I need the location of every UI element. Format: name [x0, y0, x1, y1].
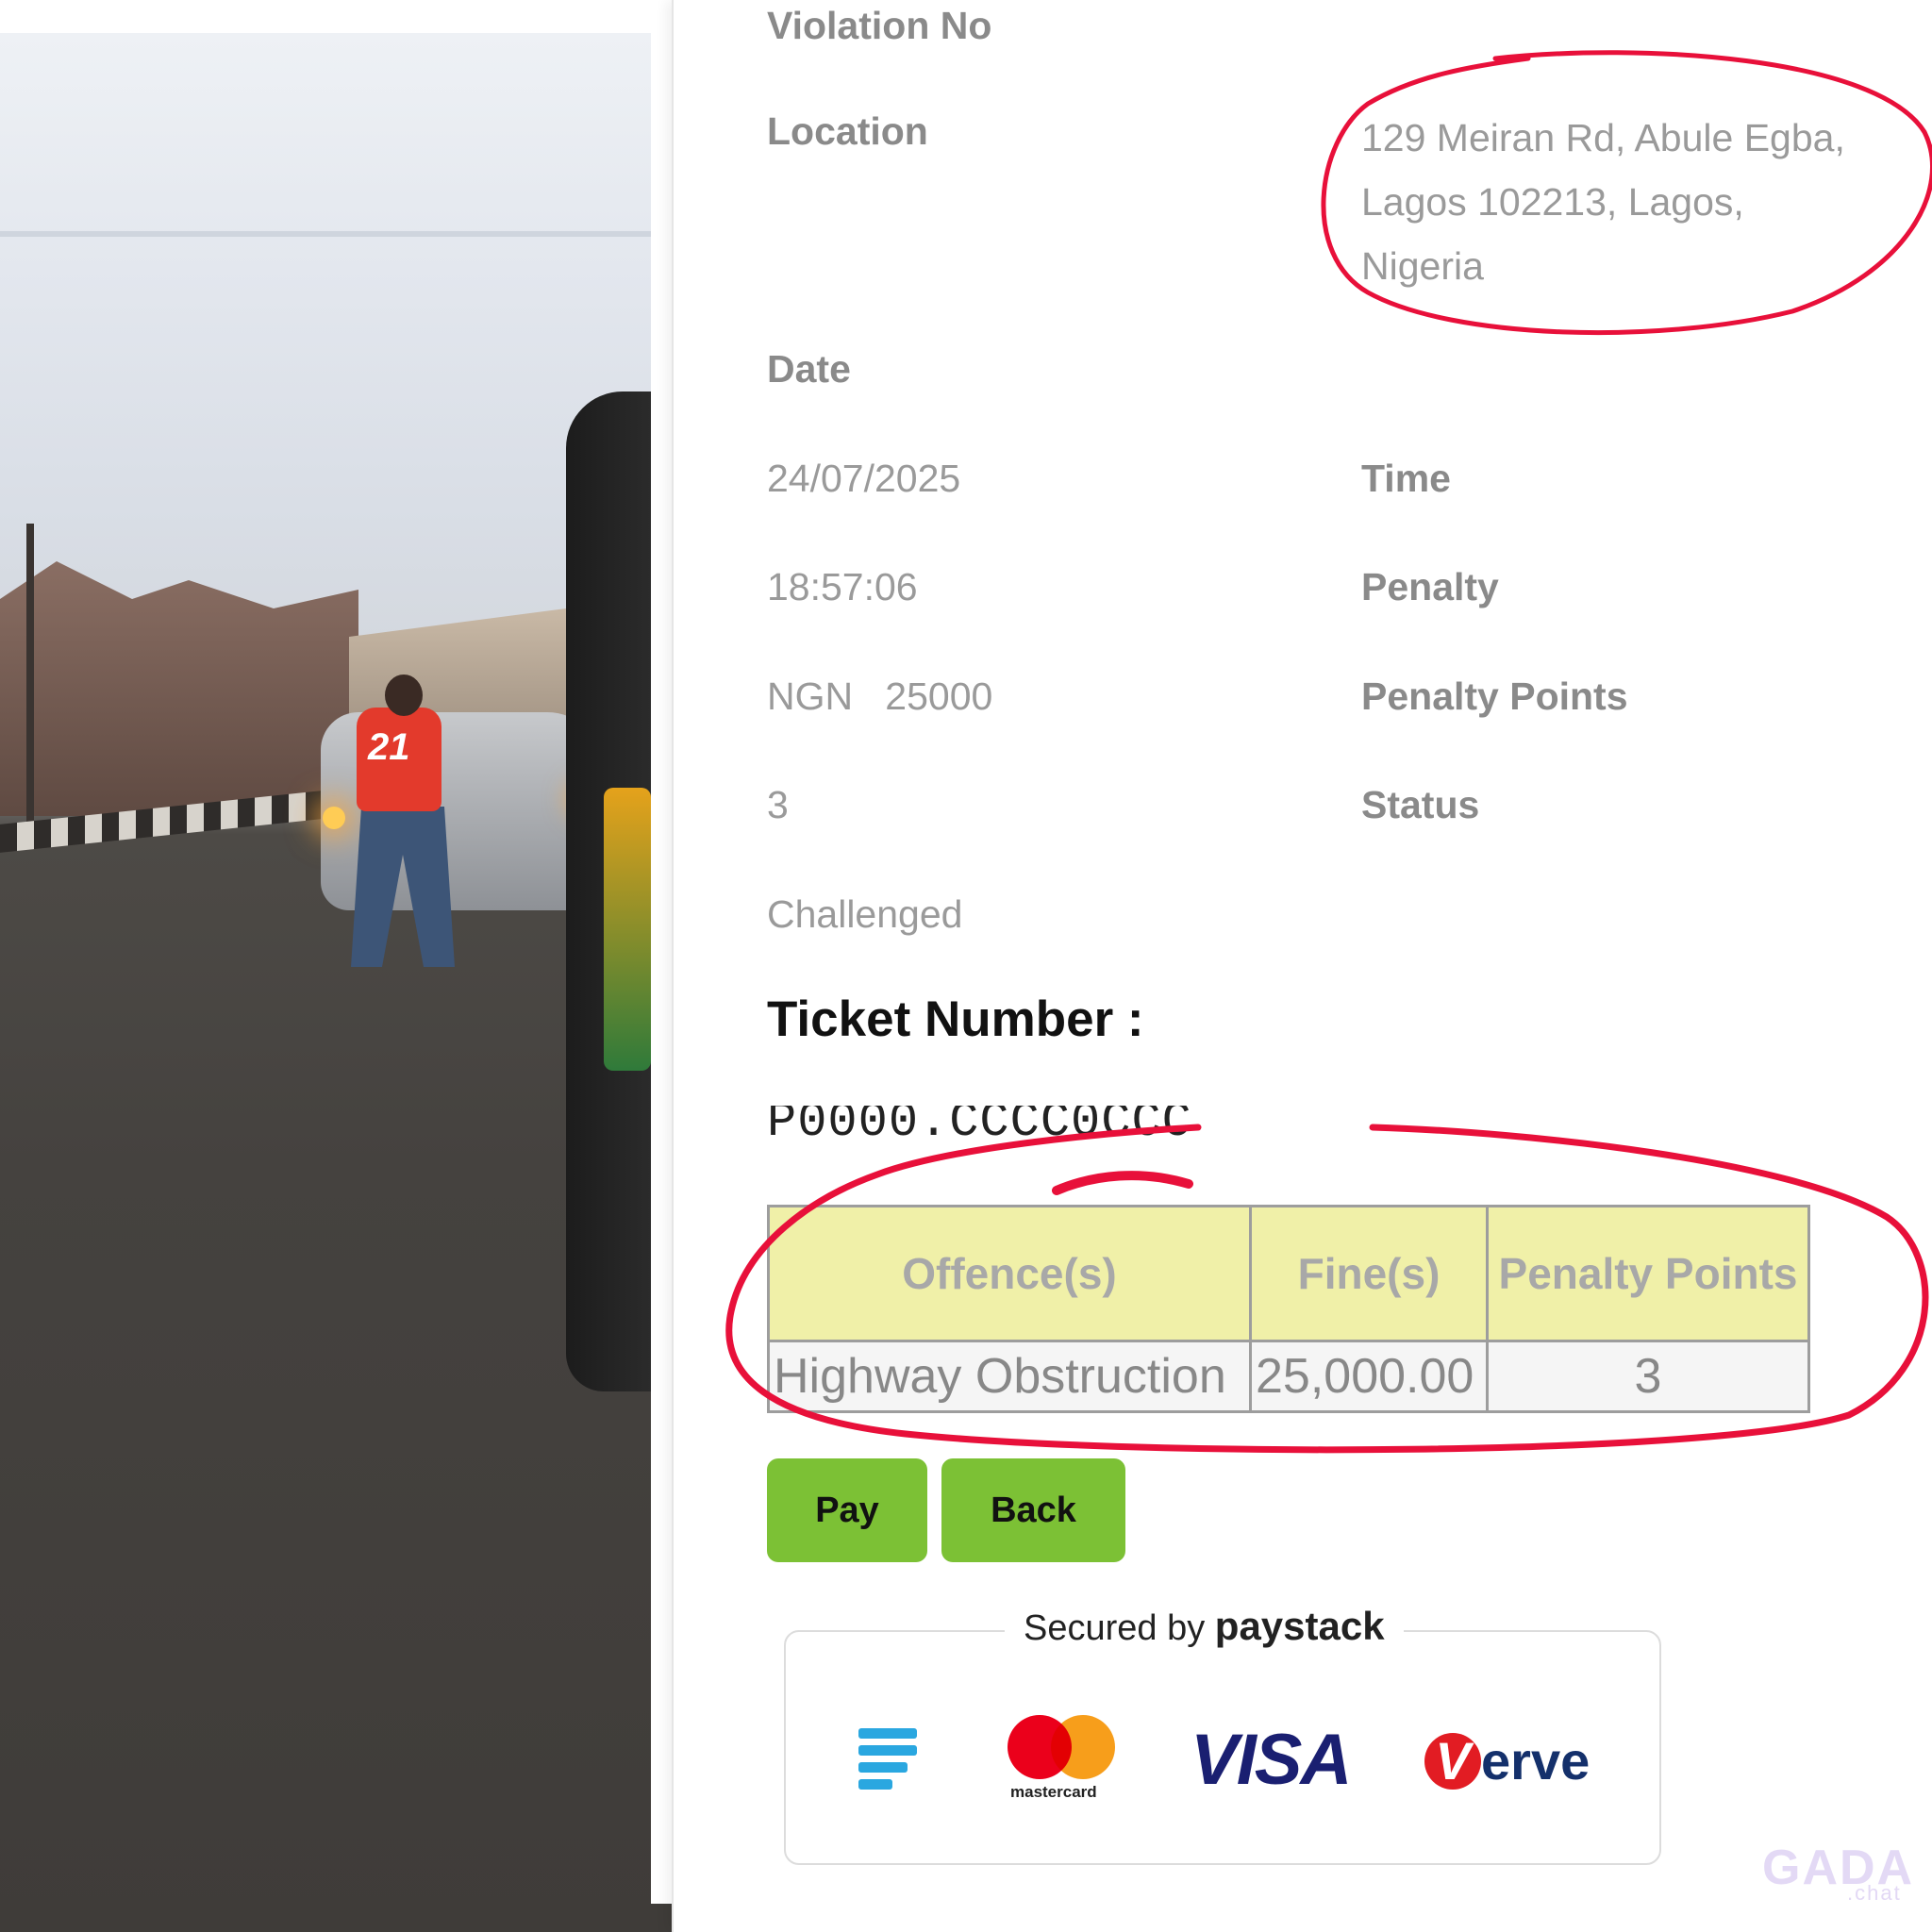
offence-header: Offence(s) — [767, 1205, 1252, 1342]
mastercard-icon: mastercard — [1008, 1715, 1116, 1801]
location-line: Lagos 102213, Lagos, — [1361, 180, 1744, 224]
penalty-points-header: Penalty Points — [1486, 1205, 1810, 1342]
offence-cell: Highway Obstruction — [767, 1340, 1252, 1413]
secured-by-label: Secured by paystack — [1005, 1604, 1404, 1649]
verve-icon: Verve — [1424, 1730, 1590, 1791]
street-photo-image: 21 — [0, 33, 651, 1932]
status-label: Status — [1361, 783, 1480, 826]
paystack-brand: paystack — [1214, 1604, 1385, 1648]
person-head — [385, 675, 423, 716]
penalty-points-label: Penalty Points — [1361, 675, 1628, 718]
penalty-points-value: 3 — [767, 783, 789, 826]
street-photo: 21 — [0, 0, 651, 1932]
fine-cell: 25,000.00 — [1249, 1340, 1489, 1413]
verve-text: erve — [1481, 1731, 1591, 1790]
time-value: 18:57:06 — [767, 565, 918, 608]
penalty-label: Penalty — [1361, 565, 1499, 608]
mastercard-text: mastercard — [1010, 1783, 1097, 1801]
location-value: 129 Meiran Rd, Abule Egba, Lagos 102213,… — [1361, 106, 1845, 298]
watermark-logo: GADA .chat — [1762, 1840, 1915, 1905]
fine-header: Fine(s) — [1249, 1205, 1489, 1342]
status-value: Challenged — [767, 892, 963, 936]
location-label: Location — [767, 109, 928, 153]
penalty-value: NGN 25000 — [767, 675, 993, 718]
buildings — [0, 561, 358, 816]
electric-pole — [26, 524, 34, 835]
paystack-icon — [858, 1728, 917, 1796]
verve-v-mark: V — [1424, 1733, 1481, 1790]
tricycle-stripe — [604, 788, 651, 1071]
offences-table: Offence(s) Fine(s) Penalty Points Highwa… — [767, 1205, 1810, 1413]
table-header-row: Offence(s) Fine(s) Penalty Points — [767, 1205, 1810, 1342]
ticket-number-title: Ticket Number : — [767, 991, 1144, 1047]
date-label: Date — [767, 347, 851, 391]
back-button[interactable]: Back — [941, 1458, 1125, 1562]
points-cell: 3 — [1486, 1340, 1810, 1413]
jersey-number: 21 — [368, 726, 410, 768]
secured-by-text: Secured by — [1024, 1608, 1206, 1648]
location-line: 129 Meiran Rd, Abule Egba, — [1361, 116, 1845, 159]
date-value: 24/07/2025 — [767, 457, 961, 500]
tail-light — [323, 807, 345, 829]
table-row: Highway Obstruction 25,000.00 3 — [767, 1340, 1810, 1413]
location-line: Nigeria — [1361, 244, 1484, 288]
violation-no-label: Violation No — [767, 4, 992, 47]
visa-icon: VISA — [1191, 1720, 1352, 1800]
time-label: Time — [1361, 457, 1451, 500]
pay-button[interactable]: Pay — [767, 1458, 927, 1562]
